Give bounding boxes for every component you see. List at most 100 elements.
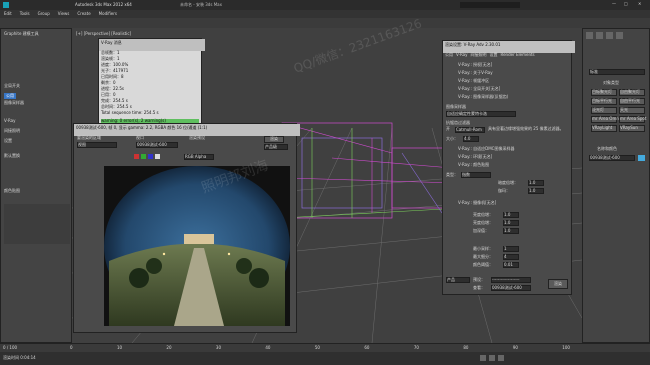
rollout-about[interactable]: V-Ray:: 关于V-Ray: [458, 71, 493, 75]
light-button-1[interactable]: 自由聚光灯: [619, 89, 645, 96]
modify-tab-icon[interactable]: [596, 32, 603, 39]
menu-create[interactable]: Create: [77, 12, 90, 16]
sampler-type-select[interactable]: 自适应确定性蒙特卡洛: [446, 111, 516, 117]
menu-group[interactable]: Group: [38, 12, 50, 16]
fb-viewport-label: 视口: [136, 135, 144, 140]
left-panel-item-gi[interactable]: 间接照明: [4, 129, 20, 133]
graphite-tab[interactable]: Graphite 建模工具: [4, 32, 39, 36]
light-button-3[interactable]: 自由平行光: [619, 98, 645, 105]
command-panel-tabs: [586, 32, 623, 39]
rollout-framebuffer[interactable]: V-Ray:: 帧缓冲区: [458, 79, 489, 83]
wireframe-building: [281, 122, 463, 219]
playback-controls: [480, 355, 504, 361]
light-button-0[interactable]: 目标聚光灯: [591, 89, 617, 96]
left-panel-active-item[interactable]: 公用: [4, 93, 16, 99]
fb-area-select[interactable]: 视图: [77, 142, 117, 148]
tab-vray[interactable]: V-Ray: [456, 53, 467, 57]
render-settings-dialog[interactable]: 渲染设置: V-Ray Adv 2.30.01 公用 V-Ray 间接照明 设置…: [442, 40, 575, 295]
tab-common[interactable]: 公用: [445, 53, 453, 57]
aa-size-input[interactable]: 4.0: [463, 136, 479, 142]
rollout-authorization[interactable]: V-Ray:: 授权[无名]: [458, 63, 492, 67]
light-button-6[interactable]: mr Area Omni: [591, 116, 620, 123]
light-button-9[interactable]: VRaySun: [619, 125, 645, 132]
green-channel-icon[interactable]: [141, 154, 146, 159]
rollout-camera[interactable]: V-Ray:: 摄像机[无名]: [458, 201, 496, 205]
bottom-preset-select[interactable]: -------------------: [491, 277, 531, 283]
rollout-adaptive[interactable]: V-Ray:: 自适应DMC图像采样器: [458, 147, 514, 151]
alpha-channel-icon[interactable]: [155, 154, 160, 159]
timeline-tick: 60: [364, 345, 370, 350]
fb-viewport-select[interactable]: 00938测试-600: [136, 142, 178, 148]
key-icon[interactable]: [498, 355, 504, 361]
frame-buffer-window[interactable]: 00938测试-600, 帧 0, 显示 gamma: 2.2, RGBA 颜色…: [73, 123, 300, 333]
field-label-b: 亮度倍增：: [473, 220, 493, 225]
light-type-select[interactable]: 标准: [589, 69, 645, 75]
left-panel-item-settings[interactable]: 设置: [4, 139, 12, 143]
field-input-a[interactable]: 1.0: [503, 212, 519, 218]
color-map-type-select[interactable]: 指数: [461, 172, 491, 178]
bottom-product-select[interactable]: 产品: [446, 277, 470, 283]
close-button[interactable]: ✕: [638, 2, 641, 6]
bottom-view-select[interactable]: 00938测试-600: [491, 285, 531, 291]
rollout-image-sampler[interactable]: V-Ray:: 图像采样器(反锯齿): [458, 95, 508, 99]
info-search-box[interactable]: [460, 2, 520, 8]
aa-filter-select[interactable]: Catmull-Rom: [455, 127, 485, 133]
gamma-input[interactable]: 1.0: [528, 188, 544, 194]
light-button-4[interactable]: 泛光灯: [591, 107, 617, 114]
left-panel-item-vray[interactable]: V-Ray: [4, 119, 15, 123]
minimize-button[interactable]: —: [612, 2, 616, 6]
timeline-ticks: 0 10 20 30 40 50 60 70 80 90 100: [70, 346, 570, 350]
timeline-tick: 10: [116, 345, 123, 350]
vray-log-window[interactable]: V-Ray 消息 总帧数：1 渲染帧：1 进度：100.0% 光子：417971…: [98, 38, 205, 128]
title-bar: Autodesk 3ds Max 2012 x64 未命名 - 安装 3ds M…: [0, 0, 650, 10]
menu-modifiers[interactable]: Modifiers: [99, 12, 117, 16]
tab-render-elements[interactable]: Render Elements: [500, 53, 534, 57]
fb-product-select[interactable]: 产品级: [264, 144, 288, 150]
timeline-tick: 100: [562, 345, 570, 350]
rollout-color-mapping[interactable]: V-Ray:: 颜色贴图: [458, 163, 489, 167]
frame-counter: 0 / 100: [3, 345, 18, 350]
red-channel-icon[interactable]: [134, 154, 139, 159]
stop-icon[interactable]: [489, 355, 495, 361]
hierarchy-tab-icon[interactable]: [606, 32, 613, 39]
light-button-8[interactable]: VRayLight: [591, 125, 617, 132]
light-button-7[interactable]: mr Area Spot: [619, 116, 646, 123]
field2-input-c[interactable]: 0.01: [503, 262, 519, 268]
motion-tab-icon[interactable]: [616, 32, 623, 39]
field-input-b[interactable]: 1.0: [503, 220, 519, 226]
play-icon[interactable]: [480, 355, 486, 361]
light-button-5[interactable]: 天光: [619, 107, 645, 114]
tab-gi[interactable]: 间接照明: [470, 53, 486, 57]
create-tab-icon[interactable]: [586, 32, 593, 39]
menu-tools[interactable]: Tools: [20, 12, 30, 16]
fb-channel-select[interactable]: RGB Alpha: [184, 154, 214, 160]
tab-settings[interactable]: 设置: [489, 53, 497, 57]
maximize-button[interactable]: □: [624, 2, 628, 6]
bottom-render-button[interactable]: 渲染: [548, 279, 568, 289]
rollout-environment[interactable]: V-Ray:: 环境[无名]: [458, 155, 492, 159]
menu-views[interactable]: Views: [58, 12, 70, 16]
app-icon[interactable]: [3, 2, 9, 8]
field2-input-b[interactable]: 4: [503, 254, 519, 260]
viewport-label[interactable]: [+] [Perspective] [Realistic]: [76, 32, 131, 36]
menu-items: Edit Tools Group Views Create Modifiers: [4, 12, 117, 16]
object-color-swatch[interactable]: [638, 155, 645, 161]
menu-edit[interactable]: Edit: [4, 12, 12, 16]
render-tabs: 公用 V-Ray 间接照明 设置 Render Elements: [445, 53, 535, 57]
aa-on-checkbox[interactable]: 开: [446, 127, 450, 131]
timeline-tick: 30: [215, 345, 221, 350]
blue-channel-icon[interactable]: [148, 154, 153, 159]
field-input-c[interactable]: 1.0: [503, 228, 519, 234]
object-name-input[interactable]: 00938测试-600: [589, 155, 635, 161]
bottom-preset-label: 预设：: [473, 277, 485, 282]
left-panel-label-b: 图像采样器: [4, 100, 24, 105]
aa-size-label: 大小：: [446, 136, 458, 141]
field2-input-a[interactable]: 1: [503, 246, 519, 252]
light-button-2[interactable]: 目标平行光: [591, 98, 617, 105]
field2-label-c: 颜色阈值：: [473, 262, 493, 267]
rollout-global[interactable]: V-Ray:: 全局开关[无名]: [458, 87, 500, 91]
gamma-label: 伽玛：: [498, 188, 510, 193]
fb-render-button[interactable]: 渲染: [264, 136, 284, 143]
aa-label: 抗锯齿过滤器: [446, 120, 470, 125]
dark-multiplier-input[interactable]: 1.0: [528, 180, 544, 186]
